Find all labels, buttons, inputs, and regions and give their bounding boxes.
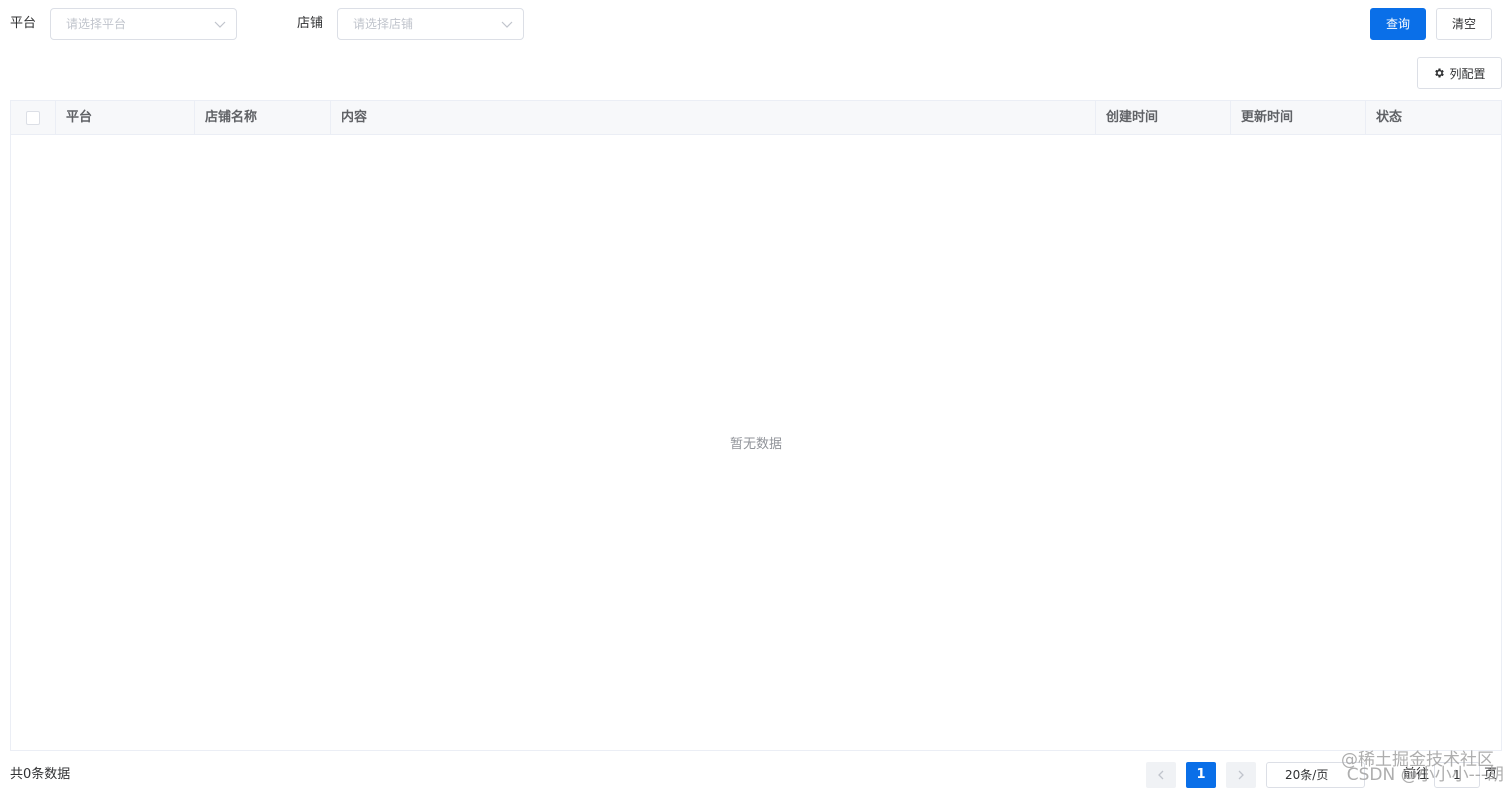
chevron-left-icon <box>1158 770 1164 780</box>
column-config-button[interactable]: 列配置 <box>1417 57 1502 89</box>
select-all-cell <box>11 101 56 134</box>
column-header-platform[interactable]: 平台 <box>56 101 195 134</box>
gear-icon <box>1435 68 1445 78</box>
store-label: 店铺 <box>297 16 324 31</box>
column-header-created-time[interactable]: 创建时间 <box>1096 101 1231 134</box>
column-header-content[interactable]: 内容 <box>331 101 1096 134</box>
platform-select[interactable]: 请选择平台 <box>50 8 237 40</box>
empty-state-text: 暂无数据 <box>729 437 782 452</box>
goto-suffix: 页 <box>1484 767 1498 782</box>
platform-label: 平台 <box>10 16 37 31</box>
total-count: 共0条数据 <box>10 767 71 782</box>
store-select-placeholder: 请选择店铺 <box>353 17 414 31</box>
clear-button[interactable]: 清空 <box>1436 8 1492 40</box>
platform-select-placeholder: 请选择平台 <box>66 17 127 31</box>
table-header: 平台 店铺名称 内容 创建时间 更新时间 状态 <box>11 101 1501 135</box>
column-header-store-name[interactable]: 店铺名称 <box>195 101 331 134</box>
prev-page-button[interactable] <box>1146 762 1176 788</box>
column-header-updated-time[interactable]: 更新时间 <box>1231 101 1366 134</box>
page-number-current[interactable]: 1 <box>1186 762 1216 788</box>
column-header-status[interactable]: 状态 <box>1366 101 1501 134</box>
select-all-checkbox[interactable] <box>26 111 40 125</box>
chevron-down-icon <box>214 21 226 28</box>
page-size-select[interactable]: 20条/页 <box>1266 762 1365 788</box>
column-config-label: 列配置 <box>1449 66 1486 81</box>
next-page-button[interactable] <box>1226 762 1256 788</box>
chevron-right-icon <box>1238 770 1244 780</box>
chevron-down-icon <box>501 21 513 28</box>
query-button[interactable]: 查询 <box>1370 8 1426 40</box>
data-table: 平台 店铺名称 内容 创建时间 更新时间 状态 暂无数据 <box>10 100 1502 751</box>
filter-bar: 平台 请选择平台 店铺 请选择店铺 查询 清空 <box>0 0 1512 48</box>
store-select[interactable]: 请选择店铺 <box>337 8 524 40</box>
goto-page-input[interactable]: 1 <box>1434 762 1480 788</box>
goto-label: 前往 <box>1403 767 1430 782</box>
